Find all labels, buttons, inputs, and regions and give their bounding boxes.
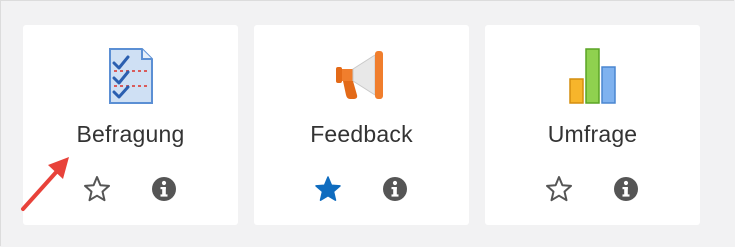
info-icon[interactable] (379, 173, 411, 205)
activity-card-umfrage[interactable]: Umfrage (485, 25, 700, 225)
info-icon[interactable] (610, 173, 642, 205)
activity-label[interactable]: Befragung (23, 121, 238, 148)
bar-chart-icon (562, 45, 624, 107)
questionnaire-checklist-icon (100, 45, 162, 107)
megaphone-icon (331, 45, 393, 107)
activity-chooser-panel: Befragung Feedback Umfrage (0, 0, 734, 246)
star-outline-icon[interactable] (81, 173, 113, 205)
activity-label[interactable]: Umfrage (485, 121, 700, 148)
activity-card-feedback[interactable]: Feedback (254, 25, 469, 225)
star-filled-icon[interactable] (312, 173, 344, 205)
info-icon[interactable] (148, 173, 180, 205)
activity-label[interactable]: Feedback (254, 121, 469, 148)
star-outline-icon[interactable] (543, 173, 575, 205)
activity-card-befragung[interactable]: Befragung (23, 25, 238, 225)
